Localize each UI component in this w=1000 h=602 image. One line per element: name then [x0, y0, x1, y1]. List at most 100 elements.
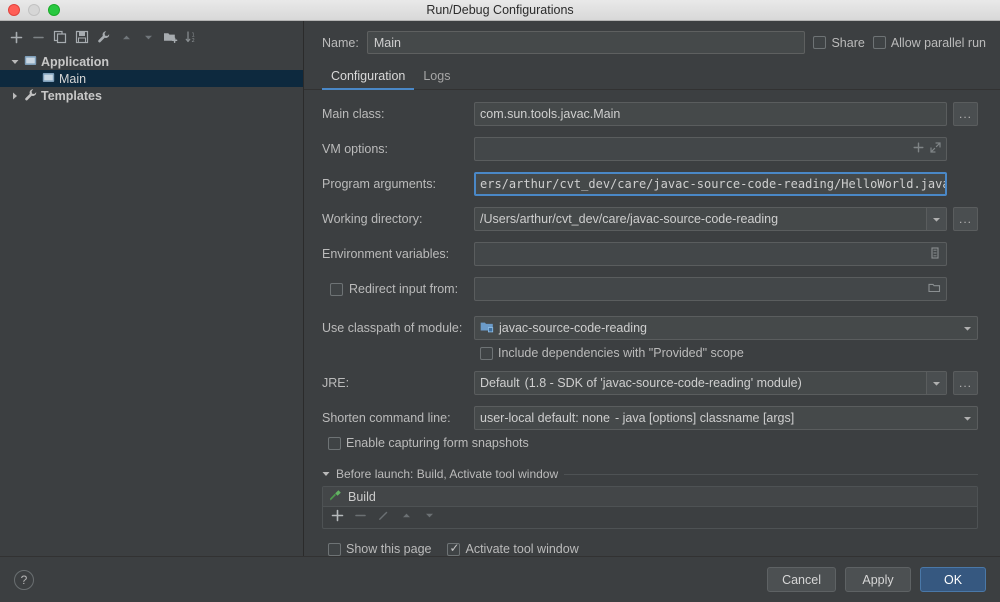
tree-item-application[interactable]: Application: [0, 53, 303, 70]
program-arguments-row: Program arguments: ers/arthur/cvt_dev/ca…: [322, 172, 978, 196]
before-launch-title: Before launch: Build, Activate tool wind…: [336, 467, 558, 481]
activate-tool-window-checkbox[interactable]: [447, 543, 460, 556]
remove-task-button[interactable]: [354, 509, 367, 527]
remove-button[interactable]: [28, 27, 48, 47]
redirect-input-checkbox[interactable]: [330, 283, 343, 296]
show-this-page-checkbox[interactable]: [328, 543, 341, 556]
enable-form-snapshots-checkbox-wrapper[interactable]: Enable capturing form snapshots: [328, 436, 529, 450]
jre-value-secondary: (1.8 - SDK of 'javac-source-code-reading…: [525, 376, 802, 390]
redirect-input-label-wrapper[interactable]: Redirect input from:: [322, 282, 474, 296]
configurations-tree: Application Main Templates: [0, 53, 303, 104]
working-directory-combo[interactable]: /Users/arthur/cvt_dev/care/javac-source-…: [474, 207, 947, 231]
apply-button[interactable]: Apply: [845, 567, 911, 592]
tree-item-label: Application: [41, 55, 109, 69]
use-classpath-combo[interactable]: javac-source-code-reading: [474, 316, 978, 340]
jre-label: JRE:: [322, 376, 474, 390]
shorten-command-line-combo[interactable]: user-local default: none - java [options…: [474, 406, 978, 430]
move-task-down-button[interactable]: [423, 509, 436, 527]
wrench-icon[interactable]: [94, 27, 114, 47]
main-class-row: Main class: com.sun.tools.javac.Main ...: [322, 102, 978, 126]
share-checkbox-wrapper[interactable]: Share: [813, 36, 864, 50]
allow-parallel-run-checkbox[interactable]: [873, 36, 886, 49]
before-launch-item-label: Build: [348, 490, 376, 504]
working-directory-dropdown-arrow[interactable]: [926, 208, 946, 230]
use-classpath-dropdown-arrow[interactable]: [957, 317, 977, 339]
program-arguments-label: Program arguments:: [322, 177, 474, 191]
allow-parallel-run-checkbox-wrapper[interactable]: Allow parallel run: [873, 36, 986, 50]
vm-options-input[interactable]: [474, 137, 947, 161]
show-this-page-label: Show this page: [346, 542, 431, 556]
add-task-button[interactable]: [331, 509, 344, 527]
expand-collapse-icon[interactable]: [10, 57, 20, 67]
jre-row: JRE: Default (1.8 - SDK of 'javac-source…: [322, 371, 978, 395]
environment-variables-input[interactable]: [474, 242, 947, 266]
move-up-button[interactable]: [116, 27, 136, 47]
main-class-label: Main class:: [322, 107, 474, 121]
environment-variables-label: Environment variables:: [322, 247, 474, 261]
enable-form-snapshots-label: Enable capturing form snapshots: [346, 436, 529, 450]
save-button[interactable]: [72, 27, 92, 47]
before-launch-collapse-icon[interactable]: [322, 467, 330, 481]
use-classpath-row: Use classpath of module: javac-source-co…: [322, 316, 978, 340]
copy-button[interactable]: [50, 27, 70, 47]
enable-form-snapshots-checkbox[interactable]: [328, 437, 341, 450]
folder-icon[interactable]: [928, 282, 941, 297]
move-task-up-button[interactable]: [400, 509, 413, 527]
shorten-command-line-value-secondary: - java [options] classname [args]: [615, 411, 794, 425]
editor-tabs: Configuration Logs: [304, 63, 1000, 90]
share-checkbox[interactable]: [813, 36, 826, 49]
include-provided-checkbox[interactable]: [480, 347, 493, 360]
before-launch-item-build[interactable]: Build: [323, 487, 977, 506]
jre-combo[interactable]: Default (1.8 - SDK of 'javac-source-code…: [474, 371, 947, 395]
application-icon: [42, 71, 55, 87]
tree-indent: [28, 74, 38, 84]
activate-tool-window-label: Activate tool window: [465, 542, 578, 556]
environment-variables-field-icons: [923, 247, 941, 262]
include-provided-checkbox-wrapper[interactable]: Include dependencies with "Provided" sco…: [480, 346, 744, 360]
ok-button[interactable]: OK: [920, 567, 986, 592]
working-directory-row: Working directory: /Users/arthur/cvt_dev…: [322, 207, 978, 231]
tab-configuration[interactable]: Configuration: [322, 69, 414, 89]
program-arguments-input[interactable]: ers/arthur/cvt_dev/care/javac-source-cod…: [474, 172, 947, 196]
dialog-footer: ? Cancel Apply OK: [0, 556, 1000, 602]
shorten-command-line-row: Shorten command line: user-local default…: [322, 406, 978, 430]
sort-button[interactable]: 12: [182, 27, 202, 47]
name-input[interactable]: [367, 31, 806, 54]
main-class-browse-button[interactable]: ...: [953, 102, 978, 126]
move-down-button[interactable]: [138, 27, 158, 47]
tree-item-templates[interactable]: Templates: [0, 87, 303, 104]
cancel-button[interactable]: Cancel: [767, 567, 836, 592]
shorten-command-line-label: Shorten command line:: [322, 411, 474, 425]
working-directory-browse-button[interactable]: ...: [953, 207, 978, 231]
tab-logs[interactable]: Logs: [414, 69, 459, 89]
jre-dropdown-arrow[interactable]: [926, 372, 946, 394]
new-folder-button[interactable]: [160, 27, 180, 47]
insert-macro-icon[interactable]: [913, 142, 924, 156]
show-this-page-checkbox-wrapper[interactable]: Show this page: [328, 542, 431, 556]
before-launch-options: Show this page Activate tool window: [322, 542, 978, 556]
program-arguments-value: ers/arthur/cvt_dev/care/javac-source-cod…: [480, 177, 947, 191]
before-launch-header[interactable]: Before launch: Build, Activate tool wind…: [322, 467, 978, 481]
activate-tool-window-checkbox-wrapper[interactable]: Activate tool window: [447, 542, 578, 556]
tree-item-main[interactable]: Main: [0, 70, 303, 87]
edit-task-button[interactable]: [377, 509, 390, 527]
include-provided-row: Include dependencies with "Provided" sco…: [322, 346, 978, 360]
edit-variables-icon[interactable]: [929, 247, 941, 262]
wrench-icon: [24, 88, 37, 104]
redirect-input-row: Redirect input from:: [322, 277, 978, 301]
application-icon: [24, 54, 37, 70]
help-button[interactable]: ?: [14, 570, 34, 590]
expand-editor-icon[interactable]: [930, 142, 941, 156]
jre-browse-button[interactable]: ...: [953, 371, 978, 395]
svg-text:2: 2: [192, 38, 195, 44]
expand-collapse-icon[interactable]: [10, 91, 20, 101]
vm-options-row: VM options:: [322, 137, 978, 161]
configuration-form: Main class: com.sun.tools.javac.Main ...…: [304, 90, 1000, 556]
main-class-input[interactable]: com.sun.tools.javac.Main: [474, 102, 947, 126]
add-button[interactable]: [6, 27, 26, 47]
shorten-command-line-dropdown-arrow[interactable]: [957, 407, 977, 429]
module-folder-icon: [480, 321, 494, 336]
use-classpath-label: Use classpath of module:: [322, 321, 474, 335]
redirect-input-field[interactable]: [474, 277, 947, 301]
allow-parallel-run-label: Allow parallel run: [891, 36, 986, 50]
